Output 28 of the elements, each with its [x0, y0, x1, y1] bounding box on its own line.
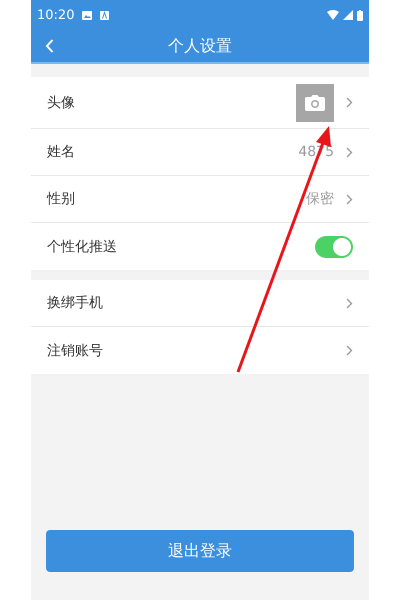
settings-row[interactable]: 头像 — [31, 77, 369, 129]
row-label: 换绑手机 — [47, 294, 103, 312]
notification-icon — [100, 10, 110, 20]
settings-row[interactable]: 性别 保密 — [31, 176, 369, 223]
signal-icon — [343, 10, 353, 20]
row-label: 性别 — [47, 190, 75, 208]
camera-icon — [305, 94, 325, 110]
chevron-icon — [346, 345, 353, 356]
status-time: 10:20 — [37, 8, 74, 22]
row-label: 注销账号 — [47, 342, 103, 360]
row-label: 姓名 — [47, 143, 75, 161]
avatar-placeholder[interactable] — [296, 84, 334, 122]
settings-row[interactable]: 注销账号 — [31, 327, 369, 374]
chevron-icon — [346, 298, 353, 308]
back-icon[interactable] — [45, 39, 54, 53]
chevron-icon — [346, 146, 353, 158]
row-value: 保密 — [306, 190, 334, 208]
chevron-icon — [346, 194, 353, 204]
page-title: 个人设置 — [168, 36, 232, 56]
row-label: 个性化推送 — [47, 238, 117, 256]
wifi-icon — [327, 10, 339, 20]
image-icon — [82, 10, 92, 20]
row-label: 头像 — [47, 94, 75, 112]
toggle-switch[interactable] — [315, 236, 353, 258]
chevron-icon — [346, 97, 353, 108]
battery-icon — [357, 10, 363, 20]
settings-row[interactable]: 个性化推送 — [31, 223, 369, 270]
settings-row[interactable]: 换绑手机 — [31, 280, 369, 327]
